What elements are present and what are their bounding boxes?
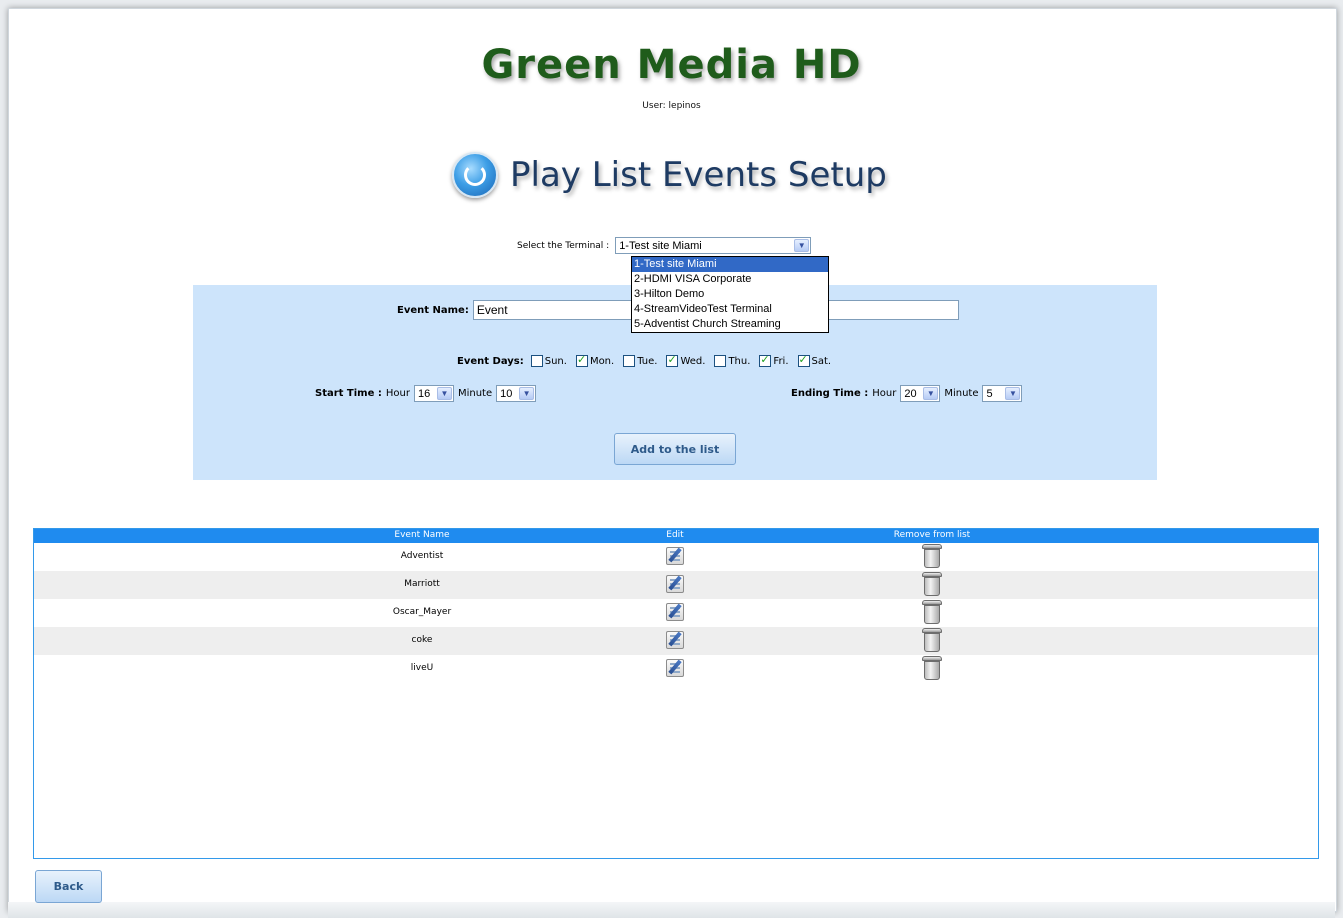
event-name-cell: Marriott — [404, 579, 440, 589]
start-time-label: Start Time : — [315, 388, 382, 399]
ending-time-label: Ending Time : — [791, 388, 869, 399]
trash-icon[interactable] — [922, 600, 942, 624]
day-fri[interactable]: Fri. — [759, 353, 789, 367]
trash-icon[interactable] — [922, 656, 942, 680]
user-label: User: lepinos — [642, 101, 701, 111]
day-wed[interactable]: Wed. — [666, 353, 706, 367]
chevron-down-icon[interactable]: ▼ — [923, 387, 939, 400]
day-tue[interactable]: Tue. — [623, 355, 657, 367]
terminal-selector-row: Select the Terminal : 1-Test site Miami … — [517, 237, 812, 254]
day-mon[interactable]: Mon. — [575, 353, 615, 367]
end-minute-select[interactable]: 5 ▼ — [982, 385, 1023, 402]
day-checkbox[interactable] — [623, 355, 636, 367]
day-checkbox[interactable] — [666, 353, 679, 367]
terminal-dropdown-list: 1-Test site Miami 2-HDMI VISA Corporate … — [631, 256, 829, 333]
edit-icon[interactable] — [666, 547, 684, 565]
edit-icon[interactable] — [666, 631, 684, 649]
chevron-down-icon[interactable]: ▼ — [519, 387, 535, 400]
terminal-option[interactable]: 3-Hilton Demo — [632, 287, 828, 302]
chevron-down-icon[interactable]: ▼ — [794, 239, 810, 252]
edit-icon[interactable] — [666, 659, 684, 677]
start-minute-select[interactable]: 10 ▼ — [496, 385, 537, 402]
table-row: liveU — [34, 655, 1318, 683]
event-name-value: Event — [476, 303, 508, 317]
event-name-cell: coke — [411, 635, 433, 645]
chevron-down-icon[interactable]: ▼ — [436, 387, 452, 400]
terminal-label: Select the Terminal : — [517, 240, 610, 251]
day-label: Sat. — [811, 355, 832, 367]
event-name-cell: Oscar_Mayer — [392, 607, 452, 617]
add-to-list-button[interactable]: Add to the list — [614, 433, 736, 465]
table-row: Marriott — [34, 571, 1318, 599]
terminal-select[interactable]: 1-Test site Miami ▼ — [615, 237, 812, 254]
day-checkbox[interactable] — [759, 353, 772, 367]
event-days-row: Event Days: Sun. Mon. Tue. Wed. Thu. Fri… — [457, 353, 836, 367]
terminal-select-value: 1-Test site Miami — [619, 240, 702, 252]
start-time-row: Start Time : Hour 16 ▼ Minute 10 ▼ — [315, 385, 537, 402]
edit-icon[interactable] — [666, 575, 684, 593]
event-name-cell: liveU — [410, 663, 434, 673]
page-title-text: Play List Events Setup — [510, 155, 887, 195]
terminal-option[interactable]: 4-StreamVideoTest Terminal — [632, 302, 828, 317]
day-label: Thu. — [728, 355, 751, 367]
page-title: Play List Events Setup — [452, 150, 892, 200]
end-hour-value: 20 — [904, 388, 917, 400]
day-checkbox[interactable] — [714, 355, 727, 367]
start-hour-label: Hour — [385, 388, 410, 399]
column-header-event-name: Event Name — [394, 530, 450, 540]
frame-bottom-edge — [8, 902, 1335, 918]
chevron-down-icon[interactable]: ▼ — [1005, 387, 1021, 400]
trash-icon[interactable] — [922, 628, 942, 652]
table-header: Event Name Edit Remove from list — [34, 529, 1318, 543]
event-name-label: Event Name: — [397, 304, 469, 316]
day-label: Tue. — [637, 355, 658, 367]
trash-icon[interactable] — [922, 544, 942, 568]
event-days-label: Event Days: — [457, 355, 524, 367]
end-hour-select[interactable]: 20 ▼ — [900, 385, 941, 402]
event-name-cell: Adventist — [400, 551, 444, 561]
day-label: Wed. — [680, 355, 706, 367]
table-row: Oscar_Mayer — [34, 599, 1318, 627]
day-sat[interactable]: Sat. — [797, 353, 832, 367]
day-checkbox[interactable] — [797, 353, 810, 367]
events-table: Event Name Edit Remove from list Adventi… — [33, 528, 1319, 859]
day-label: Fri. — [773, 355, 789, 367]
terminal-option[interactable]: 5-Adventist Church Streaming — [632, 317, 828, 332]
start-hour-value: 16 — [417, 388, 431, 400]
refresh-icon — [452, 152, 498, 198]
terminal-option[interactable]: 1-Test site Miami — [632, 257, 828, 272]
table-row: coke — [34, 627, 1318, 655]
start-hour-select[interactable]: 16 ▼ — [413, 385, 454, 402]
table-row: Adventist — [34, 543, 1318, 571]
start-minute-label: Minute — [457, 388, 493, 399]
start-minute-value: 10 — [500, 388, 513, 400]
column-header-edit: Edit — [666, 530, 684, 540]
back-button[interactable]: Back — [35, 870, 102, 903]
day-label: Mon. — [589, 355, 615, 367]
logo: Green Media HD — [481, 42, 862, 88]
end-minute-label: Minute — [944, 388, 979, 399]
terminal-option[interactable]: 2-HDMI VISA Corporate — [632, 272, 828, 287]
end-hour-label: Hour — [872, 388, 897, 399]
day-checkbox[interactable] — [575, 353, 588, 367]
day-label: Sun. — [544, 355, 567, 367]
ending-time-row: Ending Time : Hour 20 ▼ Minute 5 ▼ — [791, 385, 1023, 402]
column-header-remove: Remove from list — [893, 530, 971, 540]
edit-icon[interactable] — [666, 603, 684, 621]
day-thu[interactable]: Thu. — [714, 355, 750, 367]
day-sun[interactable]: Sun. — [530, 355, 567, 367]
trash-icon[interactable] — [922, 572, 942, 596]
day-checkbox[interactable] — [530, 355, 543, 367]
end-minute-value: 5 — [986, 388, 993, 400]
